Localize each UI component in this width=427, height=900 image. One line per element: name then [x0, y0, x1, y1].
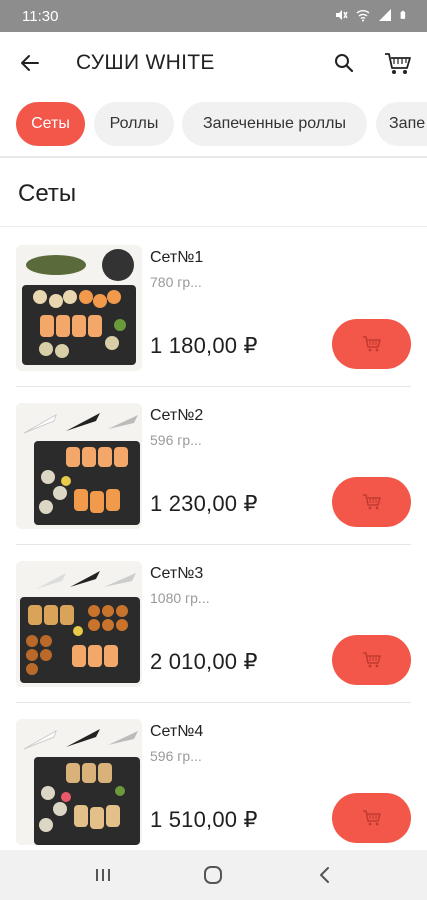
add-to-cart-button[interactable]	[332, 793, 411, 843]
cart-icon	[362, 494, 381, 510]
product-name: Сет№1	[150, 249, 204, 266]
cart-icon	[362, 810, 381, 826]
status-time: 11:30	[22, 8, 59, 25]
product-card[interactable]: Сет№4 596 гр... 1 510,00 ₽	[0, 703, 427, 861]
arrow-left-icon[interactable]	[14, 47, 46, 79]
tab-sets[interactable]: Сеты	[16, 102, 85, 146]
back-icon[interactable]	[312, 862, 338, 888]
product-weight: 596 гр...	[150, 432, 202, 448]
status-icons	[334, 8, 409, 22]
product-weight: 1080 гр...	[150, 590, 210, 606]
product-image[interactable]	[16, 719, 142, 845]
battery-icon	[400, 10, 406, 19]
divider	[0, 226, 427, 227]
wifi-icon	[356, 10, 370, 22]
mute-icon	[336, 10, 348, 20]
product-card[interactable]: Сет№2 596 гр... 1 230,00 ₽	[0, 387, 427, 545]
cart-icon	[362, 336, 381, 352]
tab-rolls[interactable]: Роллы	[94, 102, 174, 146]
system-nav-bar	[0, 850, 427, 900]
tab-baked-rolls[interactable]: Запеченные роллы	[182, 102, 367, 146]
product-weight: 780 гр...	[150, 274, 202, 290]
search-icon[interactable]	[328, 47, 360, 79]
app-bar: СУШИ WHITE	[0, 32, 427, 94]
add-to-cart-button[interactable]	[332, 319, 411, 369]
section-title: Сеты	[18, 180, 77, 207]
product-price: 2 010,00 ₽	[150, 649, 258, 674]
page-title: СУШИ WHITE	[76, 51, 215, 74]
product-image[interactable]	[16, 403, 142, 529]
cart-icon[interactable]	[380, 45, 416, 81]
product-name: Сет№4	[150, 723, 204, 740]
home-icon[interactable]	[200, 862, 226, 888]
product-name: Сет№3	[150, 565, 204, 582]
product-price: 1 230,00 ₽	[150, 491, 258, 516]
add-to-cart-button[interactable]	[332, 477, 411, 527]
product-image[interactable]	[16, 561, 142, 687]
product-price: 1 510,00 ₽	[150, 807, 258, 832]
product-image[interactable]	[16, 245, 142, 371]
product-card[interactable]: Сет№3 1080 гр... 2 010,00 ₽	[0, 545, 427, 703]
product-name: Сет№2	[150, 407, 204, 424]
recent-apps-icon[interactable]	[90, 862, 116, 888]
product-card[interactable]: Сет№1 780 гр... 1 180,00 ₽	[0, 229, 427, 387]
status-bar: 11:30	[0, 0, 427, 32]
product-weight: 596 гр...	[150, 748, 202, 764]
add-to-cart-button[interactable]	[332, 635, 411, 685]
category-tabs: Сеты Роллы Запеченные роллы Запе	[0, 94, 427, 158]
signal-icon	[379, 9, 391, 21]
product-price: 1 180,00 ₽	[150, 333, 258, 358]
cart-icon	[362, 652, 381, 668]
tab-next[interactable]: Запе	[376, 102, 427, 146]
